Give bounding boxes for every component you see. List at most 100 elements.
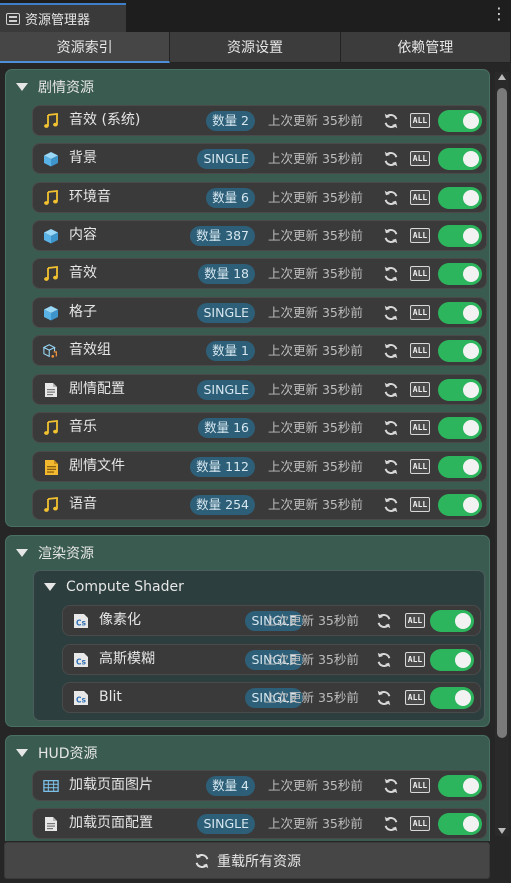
kebab-menu-icon[interactable]: ⋮ [491,6,507,22]
refresh-icon[interactable] [382,381,400,399]
enable-toggle[interactable] [438,302,482,324]
refresh-icon[interactable] [375,612,393,630]
refresh-icon[interactable] [382,815,400,833]
scroll-down-icon[interactable] [498,828,506,834]
asset-row[interactable]: 语音 数量 254 上次更新 35秒前 ALL [32,489,487,520]
asset-row[interactable]: 背景 SINGLE 上次更新 35秒前 ALL [32,143,487,174]
group-header[interactable]: 剧情资源 [16,77,94,97]
enable-toggle[interactable] [438,110,482,132]
enable-toggle[interactable] [438,417,482,439]
refresh-icon[interactable] [382,189,400,207]
asset-row[interactable]: 格子 SINGLE 上次更新 35秒前 ALL [32,297,487,328]
scroll-up-icon[interactable] [498,74,506,80]
enable-toggle[interactable] [438,456,482,478]
toggle-knob [463,113,479,129]
asset-row[interactable]: 音效组 数量 1 上次更新 35秒前 ALL [32,335,487,366]
all-icon[interactable]: ALL [405,690,425,705]
asset-list: 剧情资源音效 (系统) 数量 2 上次更新 35秒前 ALL 背景 SINGLE 上次更新 … [0,64,494,841]
all-icon[interactable]: ALL [410,382,430,397]
refresh-icon[interactable] [375,651,393,669]
toggle-knob [455,613,471,629]
subgroup-header[interactable]: Compute Shader [44,577,184,597]
collapse-triangle-icon[interactable] [44,583,56,591]
enable-toggle[interactable] [438,775,482,797]
enable-toggle[interactable] [438,263,482,285]
reload-all-button[interactable]: 重载所有资源 [4,842,490,879]
enable-toggle[interactable] [438,379,482,401]
asset-row[interactable]: 加载页面配置 SINGLE 上次更新 35秒前 ALL [32,808,487,839]
asset-label: 格子 [69,304,97,320]
tab-dependency-management[interactable]: 依赖管理 [340,32,511,63]
all-icon[interactable]: ALL [410,497,430,512]
refresh-icon[interactable] [382,458,400,476]
refresh-icon[interactable] [382,342,400,360]
last-updated-text: 上次更新 35秒前 [268,778,363,793]
refresh-icon[interactable] [382,265,400,283]
refresh-icon[interactable] [382,777,400,795]
refresh-icon[interactable] [382,304,400,322]
enable-toggle[interactable] [430,610,474,632]
asset-label: 内容 [69,227,97,243]
enable-toggle[interactable] [438,494,482,516]
all-icon[interactable]: ALL [410,343,430,358]
asset-label: 音效组 [69,342,111,358]
refresh-icon[interactable] [382,150,400,168]
asset-row[interactable]: 环境音 数量 6 上次更新 35秒前 ALL [32,182,487,213]
refresh-icon[interactable] [382,496,400,514]
enable-toggle[interactable] [438,148,482,170]
refresh-icon[interactable] [382,112,400,130]
asset-row[interactable]: 剧情配置 SINGLE 上次更新 35秒前 ALL [32,374,487,405]
last-updated-text: 上次更新 35秒前 [268,420,363,435]
group-header[interactable]: HUD资源 [16,743,98,763]
music-note-icon [43,113,59,129]
asset-row[interactable]: Cs Blit SINGLE 上次更新 35秒前 ALL [62,682,481,713]
asset-label: Blit [99,689,122,705]
refresh-icon[interactable] [382,227,400,245]
asset-row[interactable]: 加载页面图片 数量 4 上次更新 35秒前 ALL [32,770,487,801]
group-header[interactable]: 渲染资源 [16,543,94,563]
window-tab[interactable]: 资源管理器 [0,3,126,32]
toggle-knob [463,420,479,436]
refresh-icon[interactable] [382,419,400,437]
all-icon[interactable]: ALL [410,305,430,320]
vertical-scrollbar[interactable] [495,72,509,836]
all-icon[interactable]: ALL [405,613,425,628]
enable-toggle[interactable] [430,649,474,671]
audio-group-icon [43,343,59,359]
asset-row[interactable]: 音乐 数量 16 上次更新 35秒前 ALL [32,412,487,443]
all-icon[interactable]: ALL [410,190,430,205]
scrollbar-thumb[interactable] [497,88,507,738]
cube-icon [43,151,59,167]
asset-row[interactable]: Cs 像素化 SINGLE 上次更新 35秒前 ALL [62,605,481,636]
asset-row[interactable]: Cs 高斯模糊 SINGLE 上次更新 35秒前 ALL [62,644,481,675]
asset-row[interactable]: 内容 数量 387 上次更新 35秒前 ALL [32,220,487,251]
collapse-triangle-icon[interactable] [16,549,28,557]
music-note-icon [43,266,59,282]
all-icon[interactable]: ALL [410,228,430,243]
cube-icon [43,228,59,244]
all-icon[interactable]: ALL [410,459,430,474]
all-icon[interactable]: ALL [410,816,430,831]
tab-label: 依赖管理 [397,40,454,56]
all-icon[interactable]: ALL [405,652,425,667]
enable-toggle[interactable] [430,687,474,709]
last-updated-text: 上次更新 35秒前 [268,228,363,243]
enable-toggle[interactable] [438,225,482,247]
all-icon[interactable]: ALL [410,113,430,128]
all-icon[interactable]: ALL [410,266,430,281]
all-icon[interactable]: ALL [410,151,430,166]
collapse-triangle-icon[interactable] [16,749,28,757]
asset-row[interactable]: 音效 (系统) 数量 2 上次更新 35秒前 ALL [32,105,487,136]
refresh-icon[interactable] [375,689,393,707]
collapse-triangle-icon[interactable] [16,83,28,91]
enable-toggle[interactable] [438,187,482,209]
enable-toggle[interactable] [438,813,482,835]
document-icon [43,816,59,832]
all-icon[interactable]: ALL [410,778,430,793]
tab-asset-settings[interactable]: 资源设置 [170,32,341,63]
asset-row[interactable]: 剧情文件 数量 112 上次更新 35秒前 ALL [32,451,487,482]
asset-row[interactable]: 音效 数量 18 上次更新 35秒前 ALL [32,258,487,289]
all-icon[interactable]: ALL [410,420,430,435]
enable-toggle[interactable] [438,340,482,362]
tab-asset-index[interactable]: 资源索引 [0,32,171,63]
